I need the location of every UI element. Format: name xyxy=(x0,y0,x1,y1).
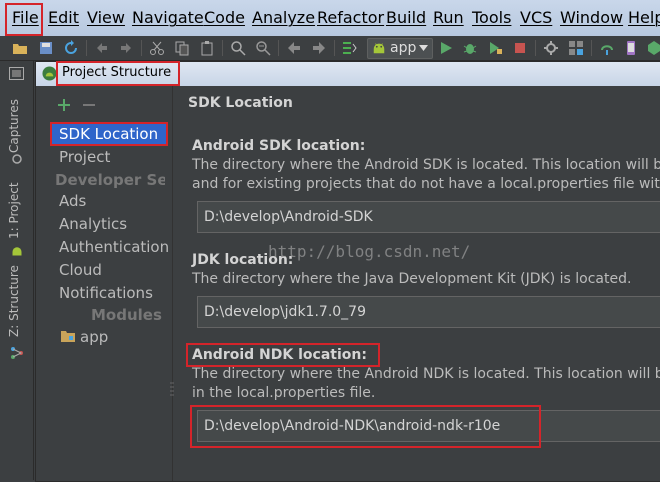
redo-icon[interactable] xyxy=(118,40,134,56)
sidebar-item-notifications[interactable]: Notifications xyxy=(59,283,153,303)
open-folder-icon[interactable] xyxy=(12,40,28,56)
make-project-icon[interactable] xyxy=(342,40,358,56)
tab-structure[interactable]: Z: Structure xyxy=(7,265,21,337)
structure-icon xyxy=(11,347,23,359)
sidebar-item-authentication[interactable]: Authentication xyxy=(59,237,169,257)
panel-title: SDK Location xyxy=(188,95,293,111)
android-sdk-path-input[interactable]: D:\develop\Android-SDK xyxy=(197,201,660,233)
menu-window[interactable]: Window xyxy=(560,9,623,27)
android-ndk-heading: Android NDK location: xyxy=(192,347,367,363)
sidebar-header-developer-services: Developer Services xyxy=(55,171,165,189)
watermark: http://blog.csdn.net/ xyxy=(268,242,471,261)
android-ndk-path-input[interactable]: D:\develop\Android-NDK\android-ndk-r10e xyxy=(197,410,660,442)
sdk-manager-icon[interactable] xyxy=(646,40,660,56)
menu-view[interactable]: View xyxy=(87,9,125,27)
menu-tools[interactable]: Tools xyxy=(472,9,511,27)
tab-captures[interactable]: Captures xyxy=(7,99,21,153)
replace-icon[interactable] xyxy=(255,40,271,56)
save-all-icon[interactable] xyxy=(38,40,54,56)
avd-manager-icon[interactable] xyxy=(623,40,639,56)
menu-help[interactable]: Help xyxy=(628,9,660,27)
menu-vcs[interactable]: VCS xyxy=(520,9,552,27)
android-ndk-description-1: The directory where the Android NDK is l… xyxy=(192,366,660,382)
splitter-handle[interactable] xyxy=(170,382,174,396)
sidebar-item-cloud[interactable]: Cloud xyxy=(59,260,102,280)
toolbar-separator xyxy=(278,40,279,56)
menu-build[interactable]: Build xyxy=(386,9,426,27)
toolbar-separator xyxy=(86,40,87,56)
copy-icon[interactable] xyxy=(174,40,190,56)
menu-refactor[interactable]: Refactor xyxy=(317,9,384,27)
run-config-select[interactable]: app xyxy=(367,38,433,59)
sdk-location-panel: SDK Location Android SDK location: The d… xyxy=(186,86,660,481)
menu-navigate[interactable]: Navigate xyxy=(132,9,204,27)
module-folder-icon xyxy=(61,331,75,342)
menu-run[interactable]: Run xyxy=(433,9,464,27)
sidebar-item-sdk-location[interactable]: SDK Location xyxy=(50,124,166,144)
toolbar-separator xyxy=(334,40,335,56)
captures-header-icon xyxy=(9,67,24,80)
toolbar-separator xyxy=(222,40,223,56)
android-sdk-heading: Android SDK location: xyxy=(192,138,366,154)
toolbar-separator xyxy=(591,40,592,56)
paste-icon[interactable] xyxy=(199,40,215,56)
captures-icon xyxy=(12,154,22,164)
sidebar-item-project[interactable]: Project xyxy=(59,147,110,167)
run-config-label: app xyxy=(390,40,417,56)
android-studio-icon xyxy=(42,66,57,81)
android-sdk-description-2: and for existing projects that do not ha… xyxy=(192,176,660,192)
sidebar-item-analytics[interactable]: Analytics xyxy=(59,214,127,234)
settings-sidebar: SDK Location Project Developer Services … xyxy=(48,86,173,481)
back-icon[interactable] xyxy=(286,40,302,56)
menu-analyze[interactable]: Analyze xyxy=(252,9,315,27)
cut-icon[interactable] xyxy=(149,40,165,56)
attach-debugger-icon[interactable] xyxy=(487,40,503,56)
toolbar xyxy=(0,36,660,61)
menu-code[interactable]: Code xyxy=(204,9,245,27)
find-icon[interactable] xyxy=(230,40,246,56)
left-tool-strip: Captures 1: Project Z: Structure xyxy=(0,61,34,480)
remove-icon[interactable] xyxy=(83,99,95,111)
toolbar-separator xyxy=(535,40,536,56)
sync-icon[interactable] xyxy=(63,40,79,56)
android-icon xyxy=(373,43,385,54)
sidebar-item-app[interactable]: app xyxy=(80,327,108,347)
debug-icon[interactable] xyxy=(462,40,478,56)
add-icon[interactable] xyxy=(58,99,70,111)
jdk-description: The directory where the Java Development… xyxy=(192,271,632,287)
sidebar-header-modules: Modules xyxy=(91,306,162,324)
menu-bar: File Edit View Navigate Code Analyze Ref… xyxy=(0,0,660,37)
dialog-titlebar[interactable]: Project Structure xyxy=(36,62,660,86)
project-structure-dialog: Project Structure SDK Location Project D… xyxy=(35,61,660,482)
stop-icon[interactable] xyxy=(512,40,528,56)
dialog-title: Project Structure xyxy=(62,65,172,80)
jdk-path-input[interactable]: D:\develop\jdk1.7.0_79 xyxy=(197,296,660,328)
android-project-icon xyxy=(12,247,22,256)
project-structure-icon[interactable] xyxy=(568,40,584,56)
chevron-down-icon xyxy=(419,45,428,51)
forward-icon[interactable] xyxy=(311,40,327,56)
run-icon[interactable] xyxy=(438,40,454,56)
settings-icon[interactable] xyxy=(543,40,559,56)
android-sdk-description-1: The directory where the Android SDK is l… xyxy=(192,157,660,173)
undo-icon[interactable] xyxy=(94,40,110,56)
tab-project[interactable]: 1: Project xyxy=(7,182,21,239)
menu-edit[interactable]: Edit xyxy=(48,9,79,27)
menu-file[interactable]: File xyxy=(12,9,39,27)
toolbar-separator xyxy=(141,40,142,56)
sidebar-item-ads[interactable]: Ads xyxy=(59,191,86,211)
gradle-sync-icon[interactable] xyxy=(599,40,615,56)
android-ndk-description-2: in the local.properties file. xyxy=(192,385,376,401)
